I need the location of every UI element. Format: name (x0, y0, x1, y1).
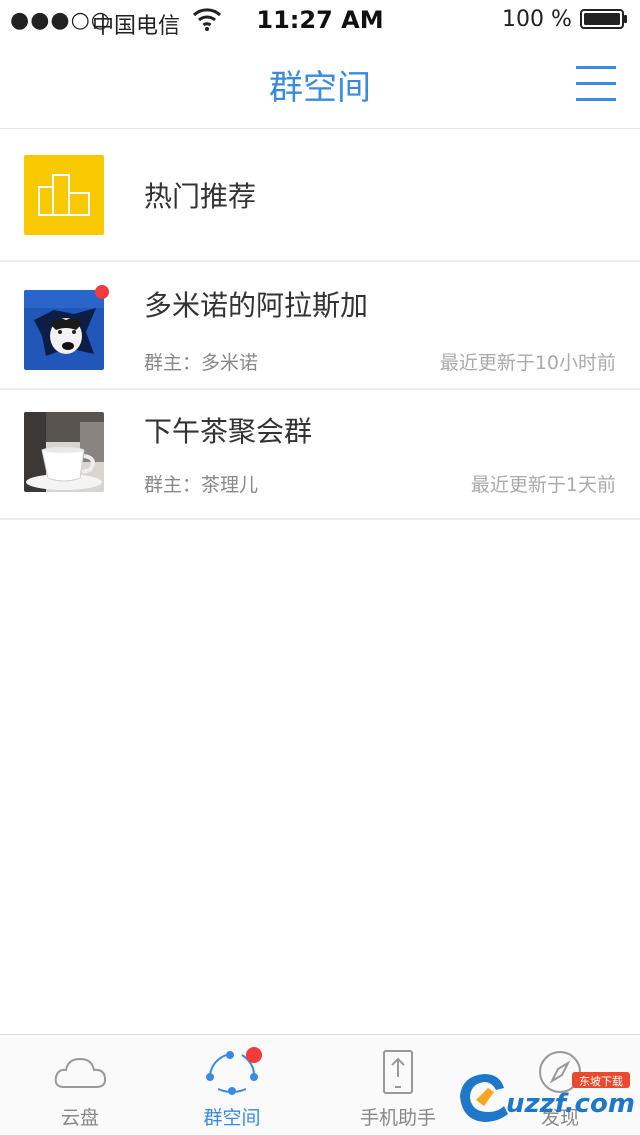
watermark-logo: 东坡下载 uzzf.com (454, 1066, 635, 1126)
uzzf-logo: 东坡下载 uzzf.com (460, 1072, 635, 1122)
group-owner: 群主：茶理儿 (144, 474, 259, 496)
battery-icon (580, 9, 627, 29)
hot-recommend-label: 热门推荐 (144, 180, 257, 213)
buildings-icon (38, 174, 90, 216)
hot-recommend-row[interactable]: 热门推荐 (0, 130, 640, 262)
group-row[interactable]: 多米诺的阿拉斯加 群主：多米诺 最近更新于10小时前 (0, 262, 640, 390)
group-name: 下午茶聚会群 (144, 415, 313, 448)
tab-badge (246, 1047, 262, 1063)
group-owner: 群主：多米诺 (144, 352, 259, 374)
status-bar: ●●●○○ 中国电信 11:27 AM 100 % (0, 0, 640, 40)
tab-label: 群空间 (203, 1107, 261, 1129)
cloud-icon (54, 1057, 107, 1088)
watermark-text: uzzf.com (506, 1089, 634, 1119)
group-row[interactable]: 下午茶聚会群 群主：茶理儿 最近更新于1天前 (0, 390, 640, 520)
phone-upload-icon (383, 1050, 413, 1094)
group-updated-time: 最近更新于10小时前 (439, 352, 616, 374)
watermark-tag: 东坡下载 (579, 1075, 623, 1088)
page-title: 群空间 (269, 68, 371, 108)
tab-group-space[interactable]: 群空间 (152, 1035, 312, 1135)
group-updated-time: 最近更新于1天前 (470, 474, 616, 496)
hot-recommend-icon (24, 155, 104, 235)
menu-icon[interactable] (574, 64, 618, 104)
group-avatar (24, 290, 104, 370)
tab-label: 云盘 (60, 1107, 99, 1129)
teacup-photo (24, 412, 104, 492)
dog-photo (24, 290, 104, 370)
group-avatar (24, 412, 104, 492)
nav-bar: 群空间 (0, 40, 640, 129)
battery-percentage: 100 % (502, 7, 572, 32)
group-name: 多米诺的阿拉斯加 (144, 289, 369, 322)
unread-badge (95, 285, 109, 299)
tab-cloud-disk[interactable]: 云盘 (0, 1035, 160, 1135)
